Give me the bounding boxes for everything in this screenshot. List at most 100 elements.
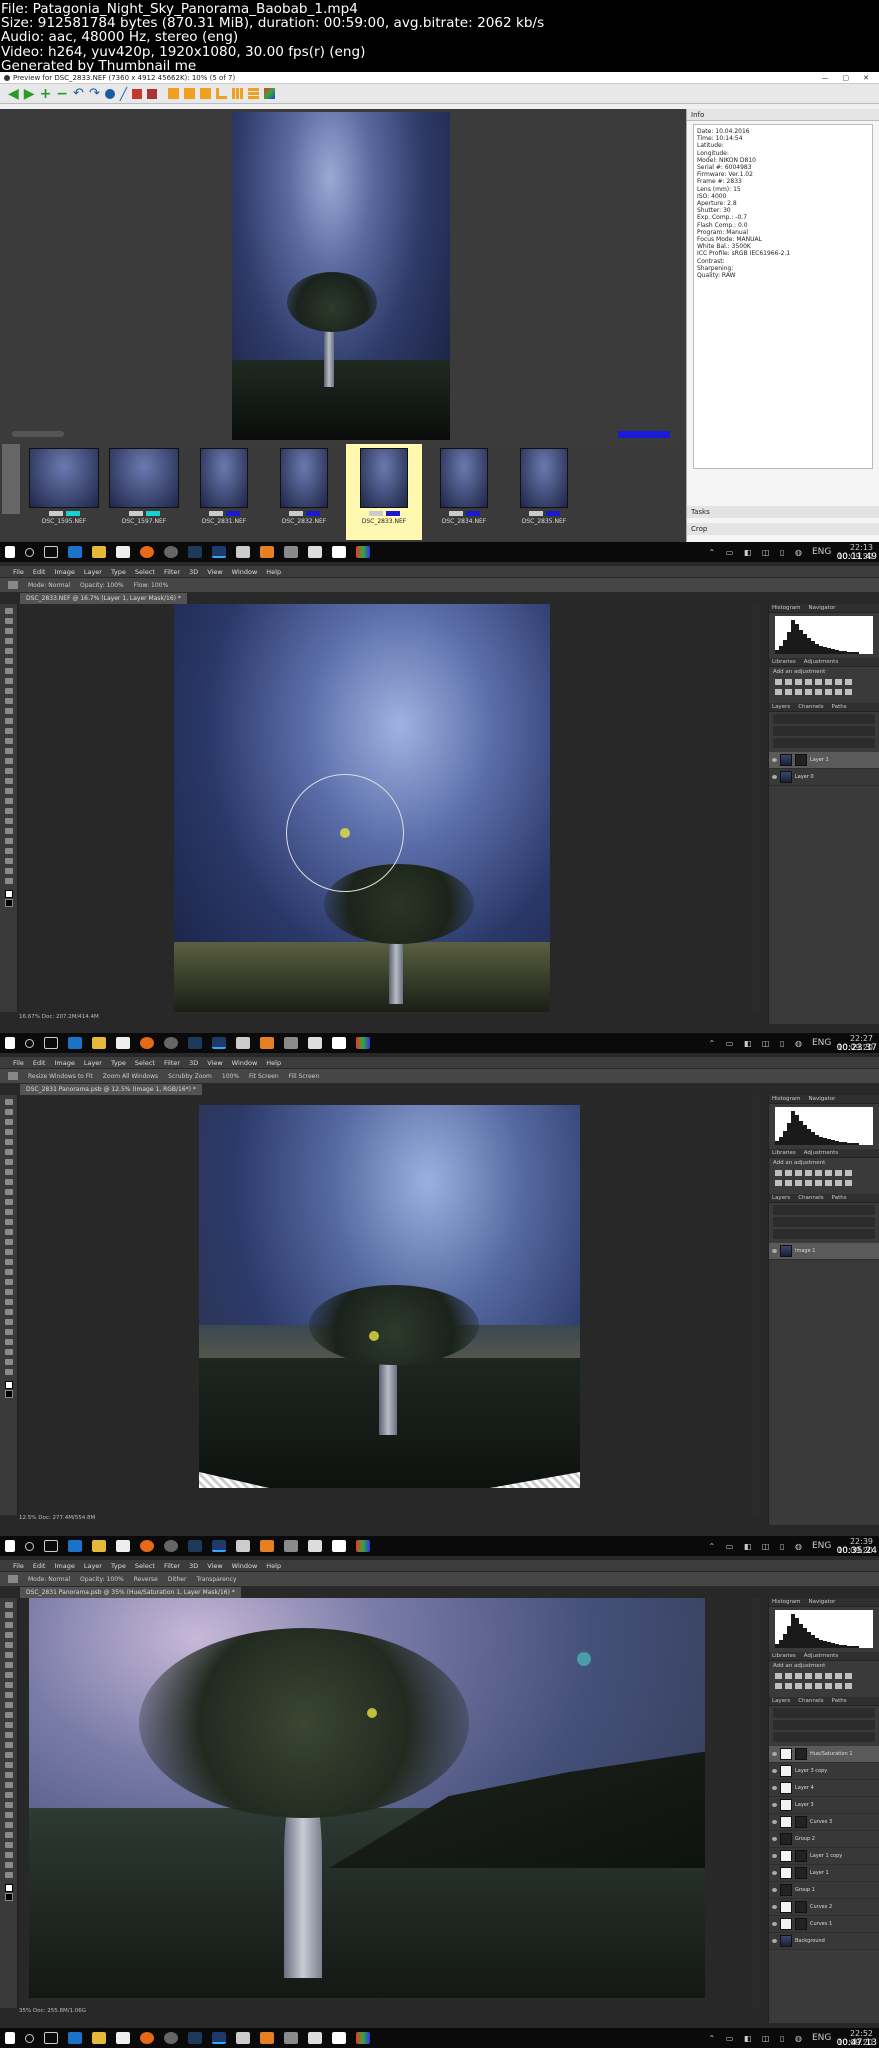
tool-icon[interactable] — [4, 698, 13, 704]
adjustment-icon[interactable] — [825, 1170, 832, 1176]
layer-row[interactable]: Layer 1 — [769, 1865, 879, 1882]
firefox-icon[interactable] — [140, 2032, 154, 2044]
layer-row[interactable]: Layer 3 — [769, 1797, 879, 1814]
adjustment-icon[interactable] — [795, 1673, 802, 1679]
thumbstrip-side[interactable] — [2, 444, 20, 514]
globe-icon[interactable] — [104, 88, 115, 99]
tool-icon[interactable] — [4, 1722, 13, 1728]
app-icon-2[interactable] — [236, 1037, 250, 1049]
search-icon[interactable] — [25, 1038, 34, 1048]
tool-icon[interactable] — [4, 1219, 13, 1225]
adjustment-icon[interactable] — [845, 1683, 852, 1689]
option-item[interactable]: Zoom All Windows — [103, 1073, 158, 1080]
foreground-color-swatch[interactable] — [4, 1884, 13, 1892]
tool-icon[interactable] — [4, 1812, 13, 1818]
adjustment-icon[interactable] — [775, 1683, 782, 1689]
eye-icon[interactable] — [772, 758, 777, 762]
panel-tab[interactable]: Histogram — [772, 605, 801, 611]
option-item[interactable]: Fill Screen — [289, 1073, 320, 1080]
mail-icon[interactable] — [308, 2032, 322, 2044]
lock-fill-bar[interactable] — [773, 738, 875, 748]
panel-tab[interactable]: Histogram — [772, 1599, 801, 1605]
adjustment-icon[interactable] — [845, 1673, 852, 1679]
adjustment-icon[interactable] — [785, 1683, 792, 1689]
plus-icon[interactable]: + — [40, 86, 52, 102]
blend-mode-bar[interactable] — [773, 1217, 875, 1227]
tool-icon[interactable] — [4, 688, 13, 694]
tool-preset-icon[interactable] — [8, 1072, 18, 1080]
background-color-swatch[interactable] — [4, 1390, 13, 1398]
app-icon-5[interactable] — [356, 1037, 370, 1049]
tool-preset-icon[interactable] — [8, 581, 18, 589]
edge-icon[interactable] — [68, 1540, 82, 1552]
grid-icon[interactable] — [232, 88, 244, 99]
tool-icon[interactable] — [4, 668, 13, 674]
tool-icon[interactable] — [4, 1229, 13, 1235]
tool-icon[interactable] — [4, 1792, 13, 1798]
menu-item[interactable]: File — [13, 1562, 24, 1570]
panel-tab[interactable]: Channels — [798, 704, 823, 710]
thumbnail-item[interactable]: DSC_2832.NEF — [266, 444, 342, 540]
minimize-button[interactable]: — — [822, 74, 829, 82]
layer-row[interactable]: Background — [769, 1933, 879, 1950]
menu-item[interactable]: Type — [111, 1059, 126, 1067]
search-icon[interactable] — [25, 2033, 34, 2043]
option-item[interactable]: 100% — [222, 1073, 239, 1080]
photos-icon[interactable] — [332, 546, 346, 558]
adjustment-icon[interactable] — [795, 679, 802, 685]
layer-row[interactable]: Curves 3 — [769, 1814, 879, 1831]
app-icon-5[interactable] — [356, 1540, 370, 1552]
adjustment-icon[interactable] — [835, 1170, 842, 1176]
thumbnail-item[interactable]: DSC_2833.NEF — [346, 444, 422, 540]
eye-icon[interactable] — [772, 1871, 777, 1875]
start-icon[interactable] — [5, 1540, 15, 1552]
background-color-swatch[interactable] — [4, 899, 13, 907]
lightroom-icon[interactable] — [188, 546, 202, 558]
eye-icon[interactable] — [772, 1922, 777, 1926]
adjustment-icon[interactable] — [825, 689, 832, 695]
photos-icon[interactable] — [332, 2032, 346, 2044]
blend-mode-bar[interactable] — [773, 1720, 875, 1730]
panel-tab[interactable]: Navigator — [809, 1096, 836, 1102]
tool-icon[interactable] — [4, 1742, 13, 1748]
layer-filter-bar[interactable] — [773, 1708, 875, 1718]
start-icon[interactable] — [5, 2032, 15, 2044]
menu-item[interactable]: 3D — [189, 1059, 198, 1067]
adjustment-icon[interactable] — [785, 1673, 792, 1679]
lock-fill-bar[interactable] — [773, 1229, 875, 1239]
menu-item[interactable]: 3D — [189, 1562, 198, 1570]
grid-2-icon[interactable] — [248, 88, 260, 99]
menu-item[interactable]: 3D — [189, 568, 198, 576]
layer-row[interactable]: Group 1 — [769, 1882, 879, 1899]
thumbnail-item[interactable]: DSC_2831.NEF — [186, 444, 262, 540]
eye-icon[interactable] — [772, 1854, 777, 1858]
tool-icon[interactable] — [4, 1682, 13, 1688]
back-arrow-icon[interactable]: ◀ — [8, 86, 19, 102]
panel-tab[interactable]: Paths — [832, 1195, 847, 1201]
adjustment-icon[interactable] — [845, 689, 852, 695]
tool-icon[interactable] — [4, 1149, 13, 1155]
tool-icon[interactable] — [4, 1782, 13, 1788]
menu-item[interactable]: Window — [232, 568, 258, 576]
crop-section[interactable]: Crop — [687, 523, 879, 535]
explorer-icon[interactable] — [92, 546, 106, 558]
tool-icon[interactable] — [4, 1099, 13, 1105]
app-icon-2[interactable] — [236, 546, 250, 558]
eye-icon[interactable] — [772, 1888, 777, 1892]
tool-icon[interactable] — [4, 1872, 13, 1878]
tool-icon[interactable] — [4, 1642, 13, 1648]
menu-item[interactable]: Window — [232, 1562, 258, 1570]
menu-item[interactable]: Help — [266, 1562, 281, 1570]
start-icon[interactable] — [5, 546, 15, 558]
tool-icon[interactable] — [4, 1319, 13, 1325]
delete-icon[interactable] — [147, 88, 158, 99]
layer-row[interactable]: Image 1 — [769, 1243, 879, 1260]
adjustment-icon[interactable] — [835, 679, 842, 685]
tool-icon[interactable] — [4, 758, 13, 764]
app-icon-2[interactable] — [236, 1540, 250, 1552]
app-icon-4[interactable] — [284, 1540, 298, 1552]
language-indicator[interactable]: ENG — [812, 547, 831, 557]
panel-tab[interactable]: Histogram — [772, 1096, 801, 1102]
color-icon[interactable] — [264, 88, 276, 99]
menu-item[interactable]: Image — [54, 1059, 74, 1067]
